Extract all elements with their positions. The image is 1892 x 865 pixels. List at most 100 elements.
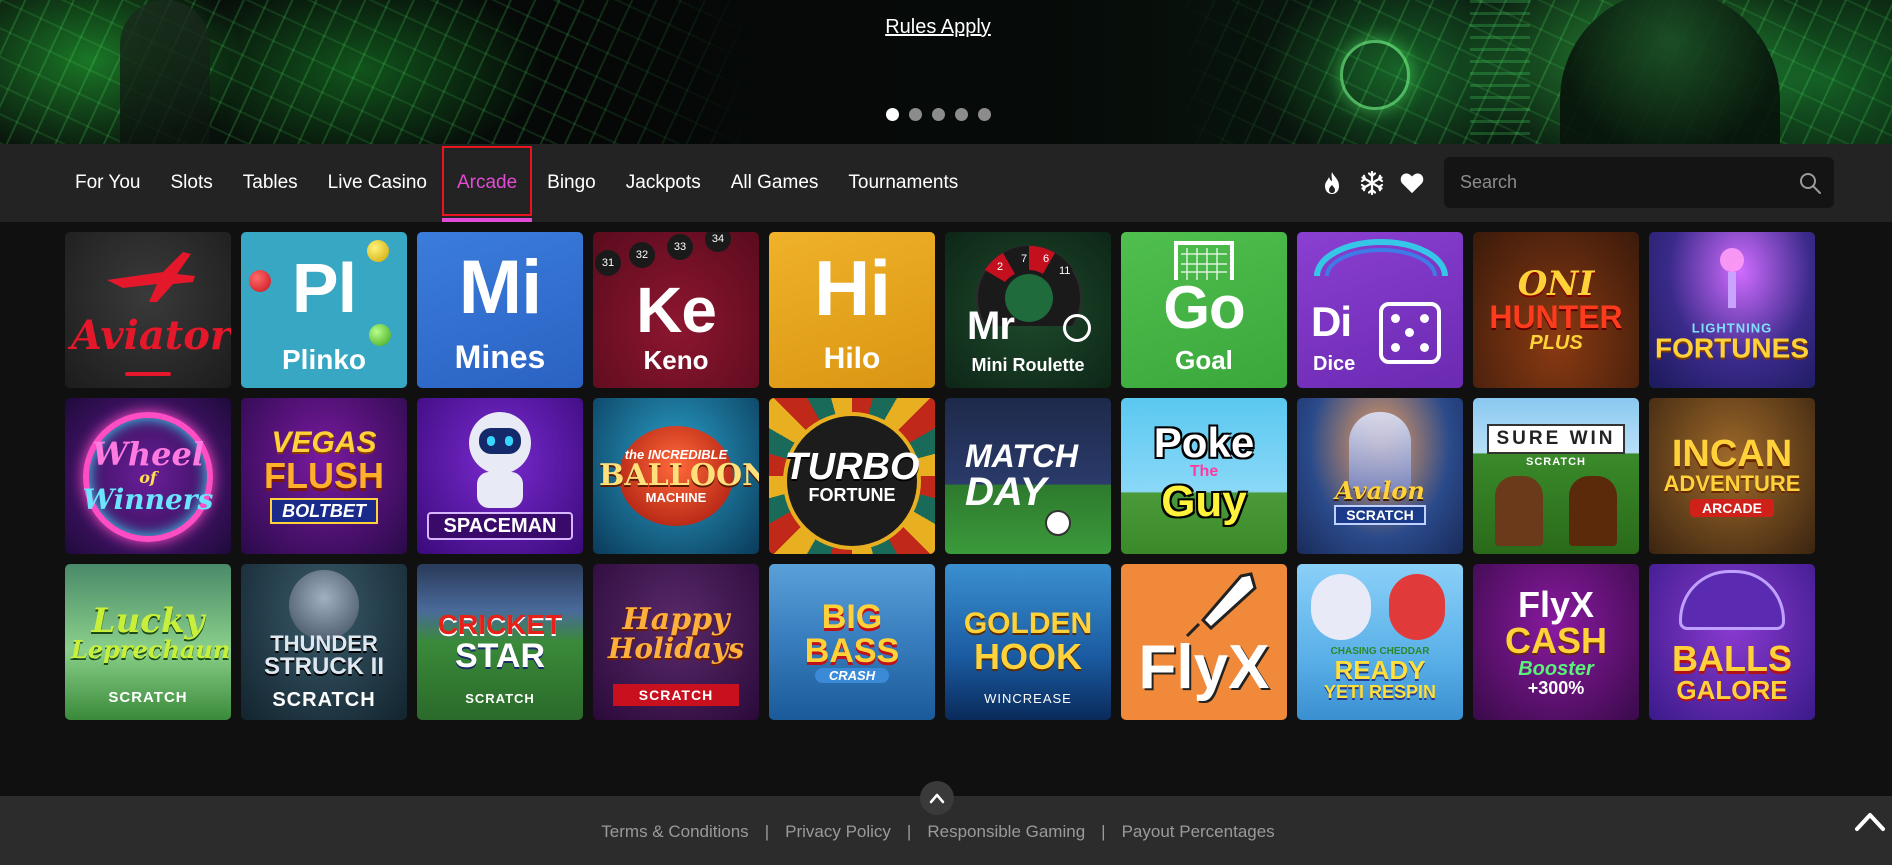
game-title: Mini Roulette (971, 355, 1085, 375)
game-tile-golden-hook[interactable]: GOLDEN HOOK WINCREASE (945, 564, 1111, 720)
game-tile-poke-the-guy[interactable]: Poke The Guy (1121, 398, 1287, 554)
game-tag: WINCREASE (984, 691, 1072, 706)
game-logo: Poke The Guy (1153, 418, 1255, 526)
game-tag: SCRATCH (108, 689, 188, 706)
game-tile-sure-win-scratch[interactable]: SURE WIN SCRATCH (1473, 398, 1639, 554)
tab-tournaments[interactable]: Tournaments (833, 144, 973, 222)
game-tile-flyx-cash-booster[interactable]: FlyX CASH Booster +300% (1473, 564, 1639, 720)
game-tile-cricket-star[interactable]: CRICKET STAR SCRATCH (417, 564, 583, 720)
game-tile-match-day[interactable]: MATCH DAY (945, 398, 1111, 554)
game-title: Aviator (71, 312, 231, 359)
game-tile-hilo[interactable]: Hi Hilo (769, 232, 935, 388)
carousel-dot-5[interactable] (978, 108, 991, 121)
game-tile-balls-galore[interactable]: BALLS GALORE (1649, 564, 1815, 720)
separator: | (764, 822, 770, 841)
game-title: Mines (454, 339, 546, 375)
tab-bingo[interactable]: Bingo (532, 144, 611, 222)
separator: | (906, 822, 912, 841)
tab-for-you[interactable]: For You (60, 144, 156, 222)
horse-icon (1569, 476, 1617, 546)
ball-machine (1679, 570, 1785, 630)
game-tile-avalon-scratch[interactable]: Avalon SCRATCH (1297, 398, 1463, 554)
game-tile-flyx[interactable]: FlyX (1121, 564, 1287, 720)
game-logo: TURBO FORTUNE (784, 446, 920, 505)
game-abbr: Mi (458, 245, 542, 330)
game-logo: THUNDER STRUCK II (264, 631, 384, 680)
game-tile-mines[interactable]: Mi Mines (417, 232, 583, 388)
game-logo: Lucky Leprechaun (71, 600, 231, 664)
game-tile-big-bass-crash[interactable]: BIG BASS CRASH (769, 564, 935, 720)
game-tag: SCRATCH (465, 691, 535, 706)
game-title: Hilo (823, 342, 881, 375)
game-abbr: Pl (291, 249, 357, 327)
chevron-up-icon (1855, 813, 1885, 831)
promo-banner[interactable]: Rules Apply (0, 0, 1892, 144)
carousel-dot-4[interactable] (955, 108, 968, 121)
nav-filter-icons (1320, 144, 1424, 222)
game-tile-turbo-fortune[interactable]: TURBO FORTUNE (769, 398, 935, 554)
game-tile-balloon-machine[interactable]: the INCREDIBLE BALLOON MACHINE (593, 398, 759, 554)
game-tile-wheel-of-winners[interactable]: Wheel of Winners (65, 398, 231, 554)
game-tile-lightning-fortunes[interactable]: LIGHTNING FORTUNES (1649, 232, 1815, 388)
snowflake-icon[interactable] (1360, 171, 1384, 195)
game-logo: CRICKET STAR (437, 609, 563, 675)
football-icon (1045, 510, 1071, 536)
game-logo: the INCREDIBLE BALLOON MACHINE (599, 447, 759, 505)
game-tag: SCRATCH (613, 684, 739, 706)
game-tile-oni-hunter-plus[interactable]: ONI HUNTER PLUS (1473, 232, 1639, 388)
game-tag: SCRATCH (272, 689, 376, 711)
keno-ball: 34 (705, 232, 731, 252)
game-tile-keno[interactable]: 31 32 33 34 Ke Keno (593, 232, 759, 388)
tab-arcade[interactable]: Arcade (441, 144, 533, 222)
focus-outline (441, 146, 533, 216)
game-tile-spaceman[interactable]: SPACEMAN (417, 398, 583, 554)
game-title: Plinko (281, 344, 366, 375)
tab-tables[interactable]: Tables (228, 144, 313, 222)
search-icon[interactable] (1798, 171, 1822, 195)
game-tile-mini-roulette[interactable]: 7 2 6 11 Mr Mini Roulette (945, 232, 1111, 388)
heart-icon[interactable] (1400, 171, 1424, 195)
separator: | (1101, 822, 1106, 841)
game-tile-thunderstruck-ii[interactable]: THUNDER STRUCK II SCRATCH (241, 564, 407, 720)
game-tile-vegas-flush[interactable]: VEGAS FLUSH BOLTBET (241, 398, 407, 554)
banner-gadget (1340, 40, 1410, 110)
game-logo: VEGAS FLUSH BOLTBET (247, 428, 401, 524)
game-title: Goal (1175, 345, 1233, 375)
payout-percentages-link[interactable]: Payout Percentages (1122, 822, 1275, 842)
game-logo: Avalon SCRATCH (1334, 476, 1426, 525)
search-input[interactable] (1460, 157, 1780, 208)
tab-live-casino[interactable]: Live Casino (313, 144, 442, 222)
game-tile-ready-yeti-respin[interactable]: CHASING CHEDDAR READY YETI RESPIN (1297, 564, 1463, 720)
game-logo: GOLDEN HOOK (963, 607, 1093, 677)
responsible-gaming-link[interactable]: Responsible Gaming (927, 822, 1085, 842)
horse-icon (1495, 476, 1543, 546)
carousel-dots (886, 108, 991, 121)
game-logo: BALLS GALORE (1672, 638, 1792, 705)
tab-slots[interactable]: Slots (156, 144, 228, 222)
game-tile-happy-holidays[interactable]: Happy Holidays SCRATCH (593, 564, 759, 720)
game-tile-plinko[interactable]: Pl Plinko (241, 232, 407, 388)
fire-icon[interactable] (1320, 171, 1344, 195)
tab-all-games[interactable]: All Games (716, 144, 834, 222)
carousel-dot-1[interactable] (886, 108, 899, 121)
carousel-dot-2[interactable] (909, 108, 922, 121)
game-logo: FlyX CASH Booster +300% (1504, 584, 1607, 698)
terms-link[interactable]: Terms & Conditions (601, 822, 748, 842)
tab-jackpots[interactable]: Jackpots (611, 144, 716, 222)
game-tile-aviator[interactable]: Aviator (65, 232, 231, 388)
plane-icon (107, 252, 195, 302)
back-to-top-button[interactable] (1853, 809, 1887, 835)
game-tile-goal[interactable]: Go Goal (1121, 232, 1287, 388)
yeti-figure (1311, 574, 1371, 640)
privacy-link[interactable]: Privacy Policy (785, 822, 891, 842)
rules-apply-link[interactable]: Rules Apply (0, 16, 1876, 39)
game-tag: SCRATCH (1526, 456, 1586, 468)
expand-footer-button[interactable] (920, 781, 954, 815)
game-tile-dice[interactable]: Di Dice (1297, 232, 1463, 388)
game-abbr: Go (1163, 274, 1245, 341)
game-logo: Wheel of Winners (82, 435, 214, 516)
game-abbr: Mr (967, 304, 1015, 348)
game-tile-incan-adventure[interactable]: INCAN ADVENTURE ARCADE (1649, 398, 1815, 554)
carousel-dot-3[interactable] (932, 108, 945, 121)
game-tile-lucky-leprechaun[interactable]: Lucky Leprechaun SCRATCH (65, 564, 231, 720)
